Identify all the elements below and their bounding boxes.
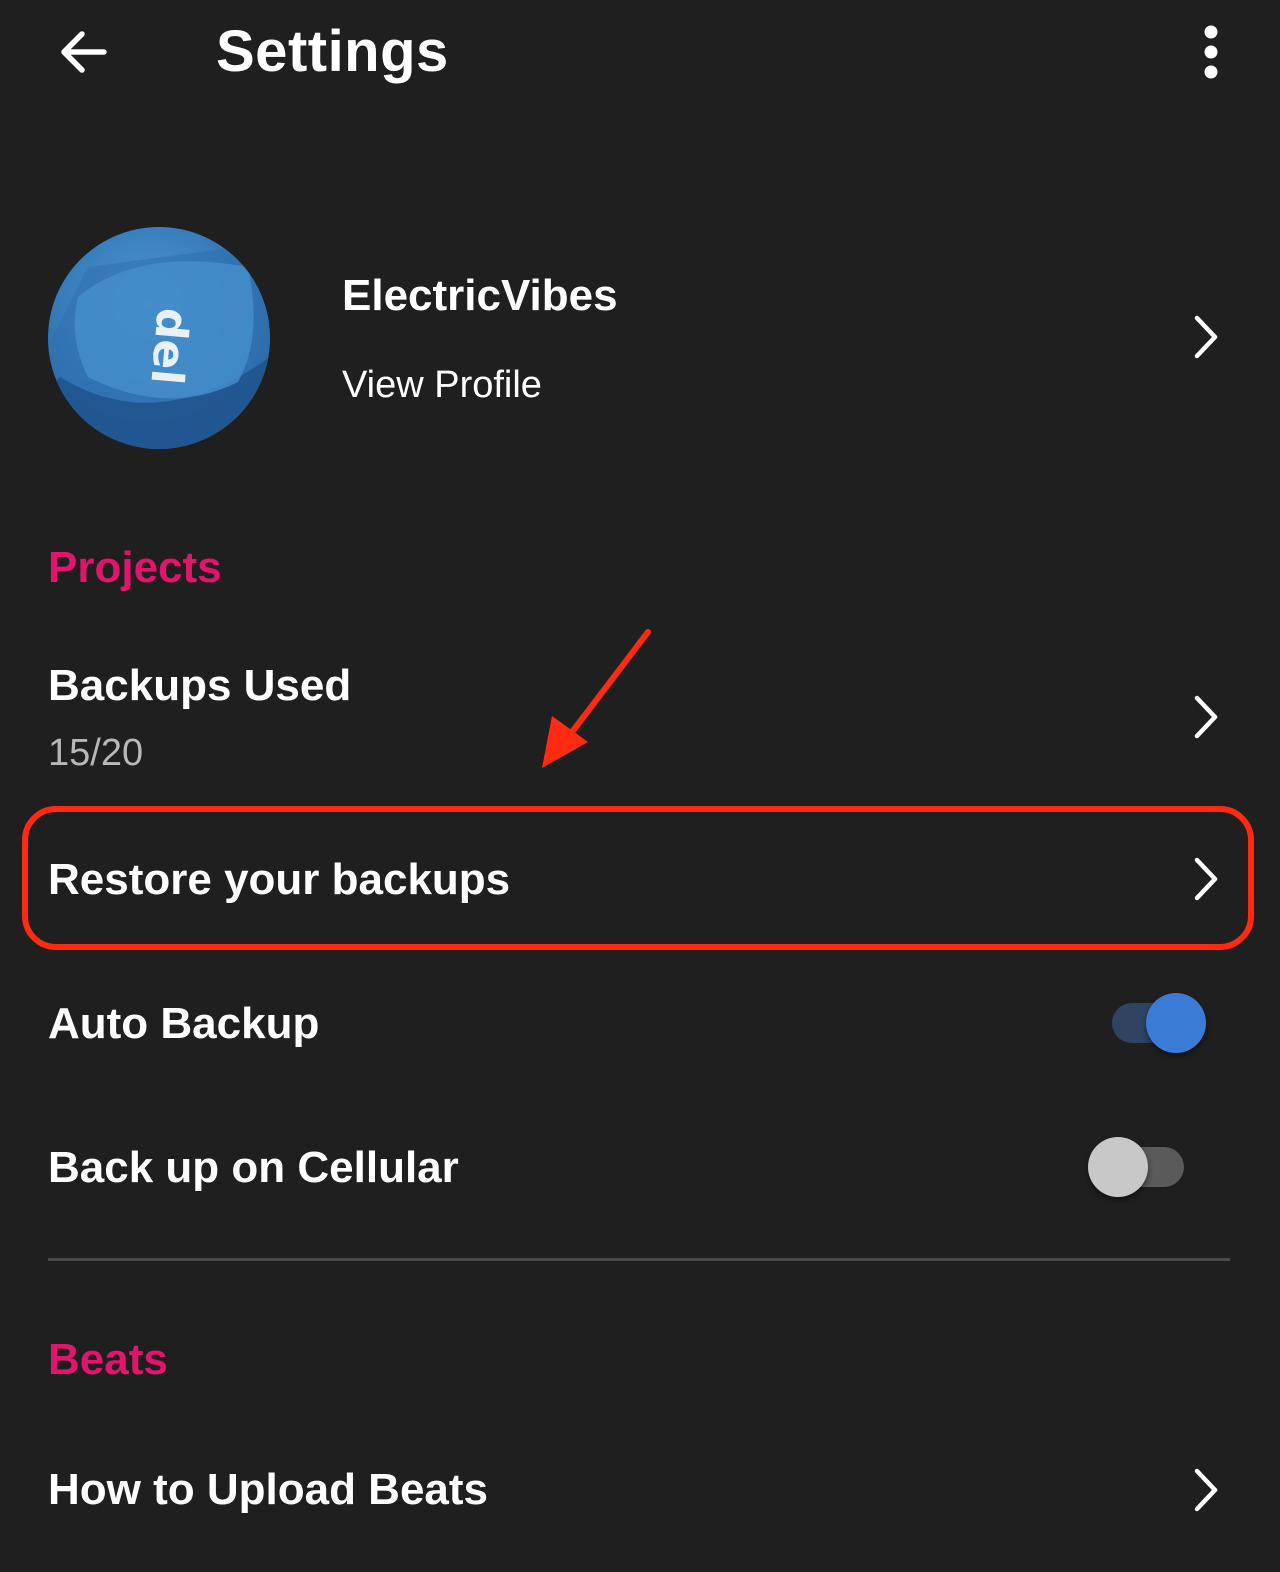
profile-name: ElectricVibes: [342, 271, 618, 320]
keycap-image: del: [48, 247, 270, 449]
annotation-highlight-box: [22, 806, 1254, 950]
section-title-projects: Projects: [48, 543, 222, 592]
auto-backup-toggle[interactable]: [1108, 990, 1212, 1056]
more-options-button[interactable]: [1186, 20, 1236, 84]
chevron-right-icon: [1194, 695, 1218, 739]
annotation-arrow-icon: [542, 629, 651, 768]
upload-beats-row[interactable]: How to Upload Beats: [0, 1432, 1280, 1552]
auto-backup-label: Auto Backup: [48, 999, 320, 1048]
upload-beats-chevron[interactable]: [1186, 1465, 1226, 1515]
chevron-right-icon: [1194, 1468, 1218, 1512]
backups-used-label: Backups Used: [48, 661, 352, 710]
cellular-backup-row[interactable]: Back up on Cellular: [0, 1112, 1280, 1232]
view-profile-link[interactable]: View Profile: [342, 362, 542, 408]
backups-used-value: 15/20: [48, 732, 144, 774]
avatar-text: del: [140, 306, 197, 387]
section-divider: [48, 1258, 1230, 1261]
backups-used-chevron[interactable]: [1186, 692, 1226, 742]
chevron-right-icon: [1194, 315, 1218, 359]
section-title-beats: Beats: [48, 1335, 168, 1384]
profile-row[interactable]: del ElectricVibes View Profile: [0, 210, 1280, 470]
auto-backup-row[interactable]: Auto Backup: [0, 968, 1280, 1088]
profile-chevron[interactable]: [1186, 312, 1226, 362]
page-title: Settings: [216, 19, 449, 84]
app-header: Settings: [0, 0, 1280, 110]
avatar[interactable]: del: [48, 227, 270, 449]
back-button[interactable]: [52, 20, 116, 84]
upload-beats-label: How to Upload Beats: [48, 1465, 489, 1514]
cellular-backup-toggle[interactable]: [1084, 1134, 1188, 1200]
cellular-backup-label: Back up on Cellular: [48, 1143, 459, 1192]
toggle-knob: [1146, 993, 1206, 1053]
more-vertical-icon: [1204, 25, 1218, 79]
arrow-left-icon: [61, 31, 107, 73]
toggle-knob: [1088, 1137, 1148, 1197]
